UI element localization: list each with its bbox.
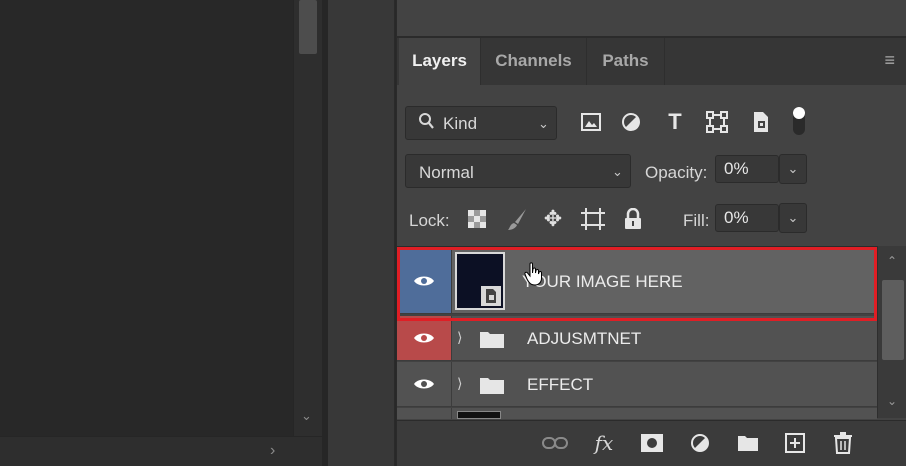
search-icon bbox=[418, 112, 435, 135]
layer-list: YOUR IMAGE HERE ⟩ ADJUSMTNET ⟩ EFFECT bbox=[397, 246, 877, 419]
adjustment-filter-icon[interactable] bbox=[619, 108, 643, 136]
canvas-horizontal-scrollbar[interactable]: › bbox=[0, 436, 322, 466]
document-canvas[interactable] bbox=[0, 0, 322, 466]
visibility-toggle[interactable] bbox=[397, 248, 452, 313]
layer-thumbnail[interactable] bbox=[455, 252, 505, 310]
hamburger-icon[interactable]: ≡ bbox=[884, 50, 895, 71]
scroll-down-arrow-icon[interactable]: ⌄ bbox=[301, 408, 312, 424]
lock-position-icon[interactable]: ✥ bbox=[541, 206, 565, 232]
expand-group-icon[interactable]: ⟩ bbox=[457, 329, 462, 346]
lock-transparent-pixels-icon[interactable] bbox=[465, 206, 489, 232]
layers-panel: Layers Channels Paths ≡ Kind ⌄ T Normal … bbox=[396, 38, 906, 466]
eye-icon bbox=[414, 379, 434, 389]
blend-mode-dropdown[interactable]: Normal ⌄ bbox=[405, 154, 631, 188]
visibility-toggle[interactable] bbox=[397, 316, 452, 360]
fill-input[interactable]: 0% bbox=[715, 204, 779, 232]
upper-panel bbox=[396, 0, 906, 38]
canvas-vertical-scroll-thumb[interactable] bbox=[299, 0, 317, 54]
folder-icon bbox=[479, 329, 505, 354]
lock-image-pixels-icon[interactable] bbox=[505, 206, 529, 232]
lock-all-icon[interactable] bbox=[621, 206, 645, 232]
layer-row-your-image-here[interactable]: YOUR IMAGE HERE bbox=[397, 248, 877, 314]
fill-dropdown-button[interactable]: ⌄ bbox=[779, 203, 807, 233]
fill-label: Fill: bbox=[683, 211, 710, 230]
hand-cursor-icon bbox=[524, 262, 544, 291]
visibility-toggle[interactable] bbox=[397, 362, 452, 406]
expand-group-icon[interactable]: ⟩ bbox=[457, 375, 462, 392]
chevron-down-icon: ⌄ bbox=[538, 116, 549, 131]
opacity-label: Opacity: bbox=[645, 163, 708, 182]
layer-list-scroll-thumb[interactable] bbox=[882, 280, 904, 360]
filter-toggle-icon[interactable] bbox=[787, 104, 811, 138]
layer-row-effect[interactable]: ⟩ EFFECT bbox=[397, 362, 877, 407]
panel-tabs: Layers Channels Paths ≡ bbox=[397, 38, 906, 85]
kind-filter-dropdown[interactable]: Kind ⌄ bbox=[405, 106, 557, 140]
opacity-dropdown-button[interactable]: ⌄ bbox=[779, 154, 807, 184]
delete-icon[interactable] bbox=[828, 429, 858, 457]
eye-icon bbox=[414, 276, 434, 285]
lock-artboard-icon[interactable] bbox=[581, 206, 605, 232]
layer-list-scrollbar[interactable]: ⌃ ⌄ bbox=[877, 246, 906, 418]
layer-thumbnail[interactable] bbox=[457, 411, 501, 419]
type-filter-icon[interactable]: T bbox=[663, 108, 687, 136]
fx-icon[interactable]: fx bbox=[589, 429, 619, 457]
folder-icon bbox=[479, 375, 505, 400]
layer-row-adjusmtnet[interactable]: ⟩ ADJUSMTNET bbox=[397, 316, 877, 361]
smart-object-badge-icon bbox=[481, 286, 501, 306]
layer-row-partial[interactable] bbox=[397, 408, 877, 419]
visibility-toggle[interactable] bbox=[397, 408, 452, 419]
eye-icon bbox=[414, 333, 434, 343]
canvas-vertical-scrollbar[interactable]: ⌄ bbox=[293, 0, 322, 436]
blend-mode-value: Normal bbox=[419, 163, 474, 182]
image-filter-icon[interactable] bbox=[579, 108, 603, 136]
scroll-down-arrow-icon[interactable]: ⌄ bbox=[887, 394, 897, 408]
layer-name[interactable]: EFFECT bbox=[527, 375, 593, 395]
new-layer-icon[interactable] bbox=[780, 429, 810, 457]
tab-channels[interactable]: Channels bbox=[481, 38, 587, 85]
layer-name[interactable]: YOUR IMAGE HERE bbox=[522, 272, 683, 292]
link-layers-icon[interactable] bbox=[540, 429, 570, 457]
add-mask-icon[interactable] bbox=[637, 429, 667, 457]
lock-label: Lock: bbox=[409, 211, 450, 230]
new-group-icon[interactable] bbox=[733, 429, 763, 457]
layers-bottom-toolbar: fx bbox=[397, 420, 906, 466]
shape-filter-icon[interactable] bbox=[705, 108, 729, 136]
tab-layers[interactable]: Layers bbox=[399, 38, 481, 85]
scroll-right-arrow-icon[interactable]: › bbox=[270, 442, 275, 460]
kind-filter-label: Kind bbox=[443, 114, 478, 133]
adjustment-layer-icon[interactable] bbox=[685, 429, 715, 457]
chevron-down-icon: ⌄ bbox=[612, 164, 623, 179]
collapsed-panel-strip bbox=[328, 0, 395, 466]
smart-object-filter-icon[interactable] bbox=[749, 108, 773, 136]
tab-paths[interactable]: Paths bbox=[587, 38, 665, 85]
layer-name[interactable]: ADJUSMTNET bbox=[527, 329, 641, 349]
scroll-up-arrow-icon[interactable]: ⌃ bbox=[887, 254, 897, 268]
opacity-input[interactable]: 0% bbox=[715, 155, 779, 183]
